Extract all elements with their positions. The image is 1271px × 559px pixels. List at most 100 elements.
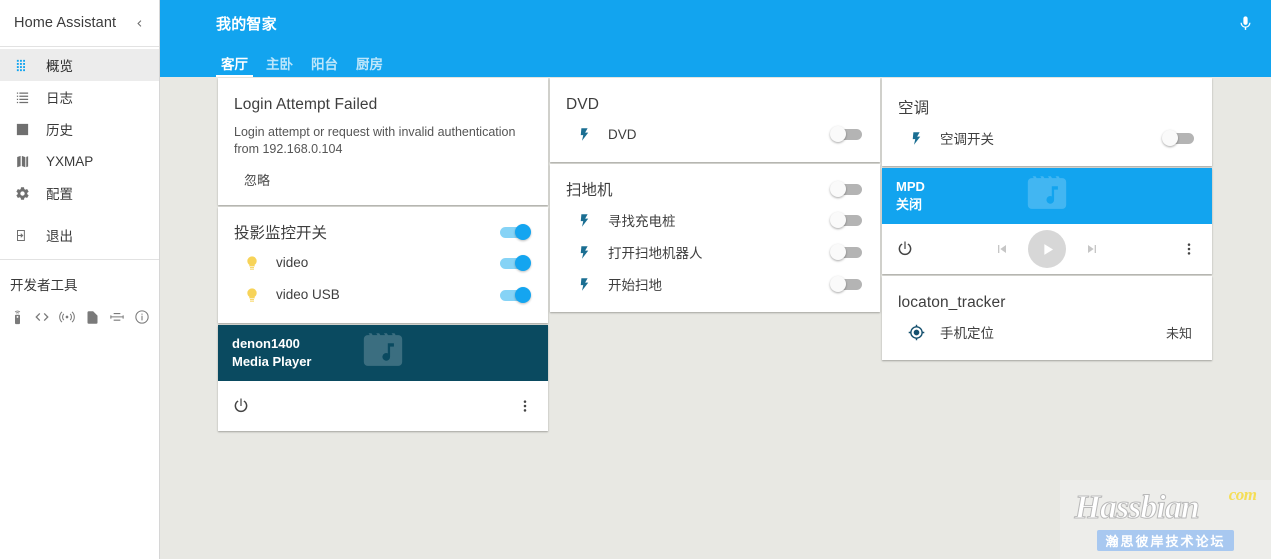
vacuum-master-toggle[interactable] xyxy=(830,179,864,199)
entity-toggle[interactable] xyxy=(830,210,864,230)
flash-icon xyxy=(898,131,934,146)
toggle-thumb xyxy=(830,181,846,197)
sidebar-item-history[interactable]: 历史 xyxy=(0,113,159,145)
power-icon[interactable] xyxy=(232,397,250,415)
vacuum-rows: 寻找充电桩 打开扫地机器人 开始扫地 xyxy=(550,204,880,312)
remote-icon[interactable] xyxy=(6,306,28,328)
entity-label: 寻找充电桩 xyxy=(608,214,676,229)
mpd-banner: MPD 关闭 xyxy=(882,168,1212,224)
chevron-left-icon xyxy=(136,19,141,27)
sidebar-item-configuration[interactable]: 配置 xyxy=(0,177,159,209)
denon-controls-right xyxy=(516,397,534,415)
sidebar-item-yxmap[interactable]: YXMAP xyxy=(0,145,159,177)
toggle-thumb xyxy=(515,286,531,303)
entity-state-value: 未知 xyxy=(1165,325,1192,341)
projector-header-row: 投影监控开关 xyxy=(218,207,548,247)
toggle-thumb xyxy=(515,254,531,271)
location-tracker-title: locaton_tracker xyxy=(898,294,1006,311)
watermark-brand: Hassbian xyxy=(1074,488,1200,526)
entity-row: 空调开关 xyxy=(898,122,1196,154)
vacuum-title: 扫地机 xyxy=(566,182,613,199)
vacuum-header-row: 扫地机 xyxy=(550,164,880,204)
login-failed-card: Login Attempt Failed Login attempt or re… xyxy=(218,78,548,205)
flash-icon xyxy=(566,277,602,292)
denon-banner: denon1400 Media Player xyxy=(218,324,548,381)
entity-toggle[interactable] xyxy=(498,285,532,305)
sidebar-item-label: 概览 xyxy=(46,59,73,74)
entity-label: 开始扫地 xyxy=(608,278,662,293)
entity-toggle[interactable] xyxy=(830,274,864,294)
sidebar-item-logbook[interactable]: 日志 xyxy=(0,81,159,113)
sidebar-item-overview[interactable]: 概览 xyxy=(0,49,159,81)
info-icon[interactable] xyxy=(131,306,153,328)
location-tracker-card: locaton_tracker 手机定位 未知 xyxy=(882,276,1212,360)
tab-living-room[interactable]: 客厅 xyxy=(212,57,257,78)
entity-row: video xyxy=(234,247,532,279)
projector-master-toggle[interactable] xyxy=(498,222,532,242)
toggle-thumb xyxy=(830,126,846,142)
location-tracker-rows: 手机定位 未知 xyxy=(882,316,1212,360)
entity-row: 手机定位 未知 xyxy=(898,316,1196,348)
entity-row: DVD xyxy=(566,118,864,150)
entity-row: 开始扫地 xyxy=(566,268,864,300)
toggle-thumb xyxy=(830,276,846,292)
sidebar-item-label: YXMAP xyxy=(46,153,94,169)
developer-tools-title: 开发者工具 xyxy=(10,278,78,293)
watermark-subtitle: 瀚思彼岸技术论坛 xyxy=(1097,529,1234,551)
entity-toggle[interactable] xyxy=(1162,128,1196,148)
chart-bar-icon xyxy=(4,122,40,137)
entity-label: 手机定位 xyxy=(940,326,994,341)
denon-controls-left xyxy=(232,397,250,415)
voice-assistant-button[interactable] xyxy=(1231,10,1259,38)
mpd-controls-left xyxy=(896,240,914,258)
grid-icon xyxy=(4,58,40,73)
dismiss-button[interactable]: 忽略 xyxy=(234,168,280,191)
skip-next-icon[interactable] xyxy=(1084,241,1100,257)
sidebar-collapse-button[interactable] xyxy=(129,13,149,33)
mpd-media-player-card: MPD 关闭 xyxy=(882,168,1212,274)
dots-vertical-icon[interactable] xyxy=(516,397,534,415)
template-icon[interactable] xyxy=(106,306,128,328)
page-title: 我的智家 xyxy=(216,16,277,33)
dots-vertical-icon[interactable] xyxy=(1180,240,1198,258)
entity-row: 寻找充电桩 xyxy=(566,204,864,236)
code-icon[interactable] xyxy=(31,306,53,328)
toggle-thumb xyxy=(515,223,531,240)
watermark-tld: com xyxy=(1228,484,1257,504)
card-column-3: 空调 空调开关 MPD 关闭 locaton_tracker 手机定位 未知 xyxy=(882,78,1212,431)
card-column-1: Login Attempt Failed Login attempt or re… xyxy=(218,78,548,431)
sidebar-item-label: 历史 xyxy=(46,123,73,138)
app-header-top-row: 我的智家 xyxy=(160,0,1271,47)
mpd-controls-right xyxy=(1180,240,1198,258)
tab-master-bedroom[interactable]: 主卧 xyxy=(257,57,302,78)
main-area: 我的智家 客厅 主卧 阳台 厨房 Login Attempt Failed Lo… xyxy=(160,0,1271,559)
play-button[interactable] xyxy=(1028,230,1066,268)
crosshairs-gps-icon xyxy=(898,324,934,341)
music-album-icon xyxy=(1024,171,1070,222)
power-icon[interactable] xyxy=(896,240,914,258)
entity-label: 打开扫地机器人 xyxy=(608,246,703,261)
developer-tools-icon-row xyxy=(0,294,159,328)
sidebar-item-logout[interactable]: 退出 xyxy=(0,219,159,251)
tab-balcony[interactable]: 阳台 xyxy=(302,57,347,78)
tab-kitchen[interactable]: 厨房 xyxy=(347,57,392,78)
play-icon xyxy=(1043,243,1053,255)
denon-controls xyxy=(218,380,548,431)
projector-title: 投影监控开关 xyxy=(234,224,328,242)
sidebar-item-label: 配置 xyxy=(46,187,73,202)
music-album-icon xyxy=(360,327,406,378)
entity-row: 打开扫地机器人 xyxy=(566,236,864,268)
app-header: 我的智家 客厅 主卧 阳台 厨房 xyxy=(160,0,1271,77)
mpd-controls xyxy=(882,224,1212,274)
aircon-title: 空调 xyxy=(898,100,930,117)
entity-toggle[interactable] xyxy=(830,242,864,262)
broadcast-icon[interactable] xyxy=(56,306,78,328)
entity-label: video USB xyxy=(276,287,340,303)
entity-toggle[interactable] xyxy=(498,253,532,273)
entity-toggle[interactable] xyxy=(830,124,864,144)
file-code-icon[interactable] xyxy=(81,306,103,328)
map-icon xyxy=(4,154,40,169)
card-board: Login Attempt Failed Login attempt or re… xyxy=(218,78,1212,431)
skip-previous-icon[interactable] xyxy=(994,241,1010,257)
